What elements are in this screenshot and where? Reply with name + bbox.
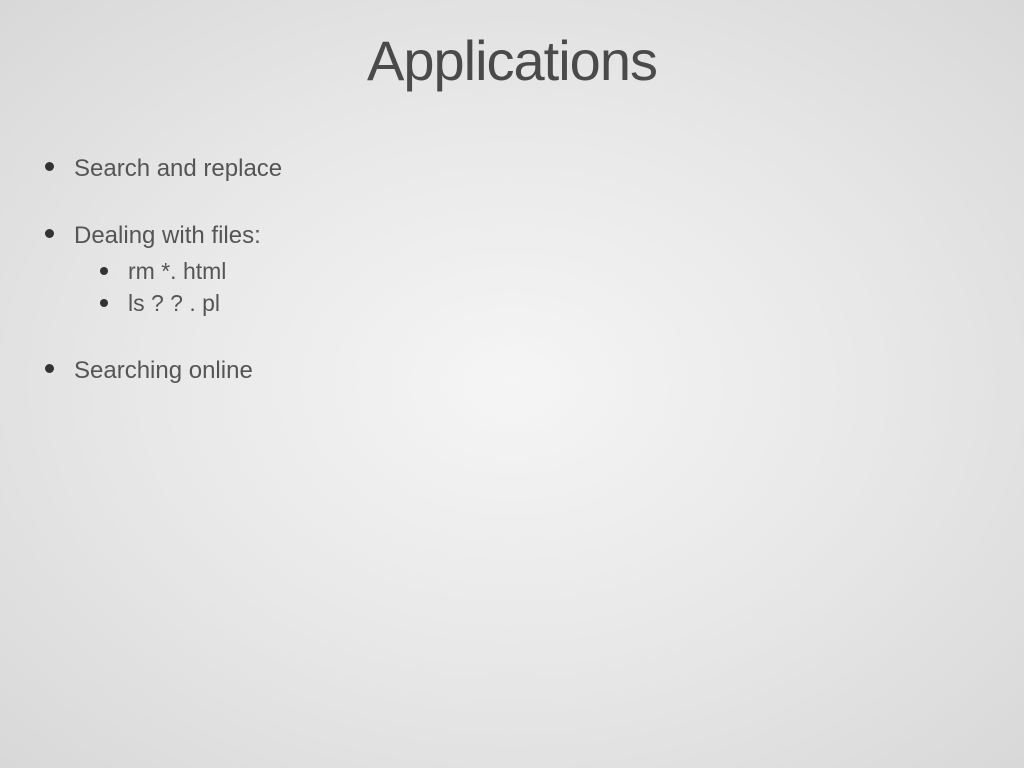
nested-text: rm *. html (128, 257, 226, 287)
bullet-text: Dealing with files: (74, 220, 261, 251)
bullet-content: Dealing with files: rm *. html ls ? ? . … (74, 220, 261, 319)
bullet-text: Searching online (74, 355, 253, 386)
bullet-dot-icon (45, 162, 54, 171)
bullet-dot-icon (100, 267, 108, 275)
bullet-content: Searching online (74, 355, 253, 386)
nested-text: ls ? ? . pl (128, 289, 220, 319)
bullet-text: Search and replace (74, 153, 282, 184)
bullet-item: Dealing with files: rm *. html ls ? ? . … (45, 220, 1024, 319)
slide-title: Applications (0, 0, 1024, 93)
nested-item: ls ? ? . pl (74, 289, 261, 319)
slide-container: Applications Search and replace Dealing … (0, 0, 1024, 768)
slide-content: Search and replace Dealing with files: r… (0, 93, 1024, 386)
nested-item: rm *. html (74, 257, 261, 287)
bullet-list: Search and replace Dealing with files: r… (45, 153, 1024, 386)
bullet-item: Search and replace (45, 153, 1024, 184)
bullet-content: Search and replace (74, 153, 282, 184)
bullet-dot-icon (45, 229, 54, 238)
bullet-dot-icon (45, 364, 54, 373)
bullet-dot-icon (100, 299, 108, 307)
nested-list: rm *. html ls ? ? . pl (74, 255, 261, 319)
bullet-item: Searching online (45, 355, 1024, 386)
